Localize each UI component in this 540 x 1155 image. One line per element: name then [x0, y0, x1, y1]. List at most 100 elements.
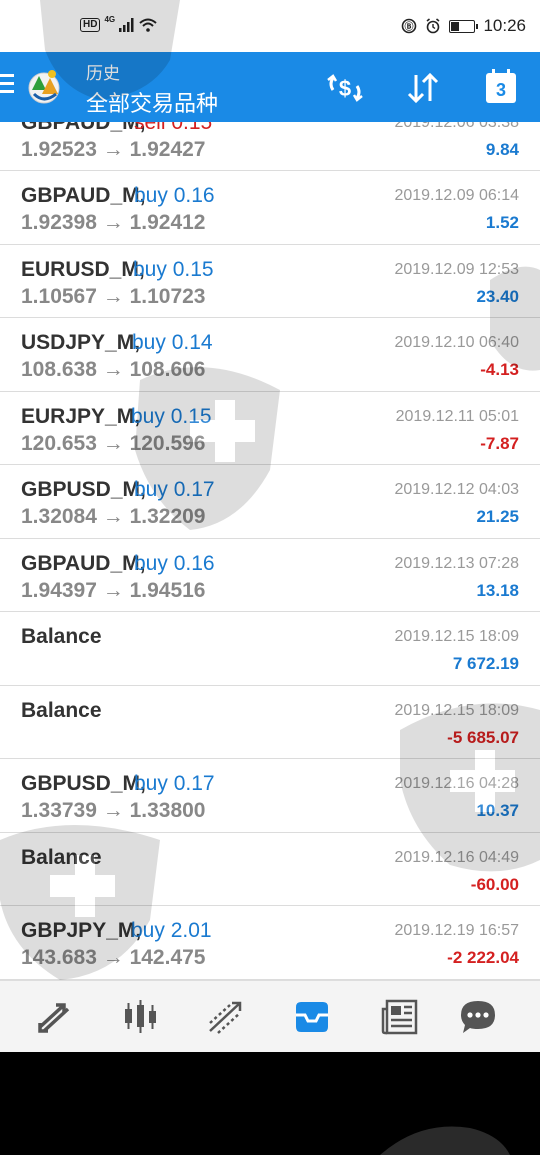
menu-bar — [0, 74, 14, 77]
trade-date: 2019.12.10 06:40 — [394, 334, 519, 351]
balance-row[interactable]: Balance 2019.12.16 04:49 -60.00 — [0, 833, 540, 906]
trade-date: 2019.12.16 04:28 — [394, 775, 519, 792]
trade-side: buy 0.17 — [134, 772, 215, 795]
status-bar: HD 4G Ⓑ 10:26 — [0, 0, 540, 52]
menu-bar — [0, 82, 14, 85]
trade-side: buy 2.01 — [131, 919, 212, 942]
trade-side: buy 0.17 — [134, 478, 215, 501]
trade-side: buy 0.15 — [133, 257, 214, 281]
trade-prices: 108.638 → 108.606 — [21, 358, 206, 381]
status-left: HD 4G — [80, 14, 157, 32]
trade-row[interactable]: GBPAUD_M, buy 0.16 1.94397 → 1.94516 2019.1… — [0, 539, 540, 612]
hd-badge: HD — [80, 18, 101, 32]
trade-profit: 9.84 — [485, 140, 519, 159]
news-icon — [381, 999, 418, 1035]
trade-side: buy 0.16 — [134, 184, 215, 207]
menu-button[interactable] — [0, 74, 16, 98]
trade-prices: 1.92523 → 1.92427 — [21, 138, 206, 161]
wifi-icon — [139, 18, 157, 32]
balance-row[interactable]: Balance 2019.12.15 18:09 -5 685.07 — [0, 686, 540, 759]
trade-side: buy 0.16 — [134, 551, 215, 575]
watermark-shield-icon — [380, 1126, 510, 1155]
trade-date: 2019.12.11 05:01 — [395, 407, 519, 425]
trade-profit: -60.00 — [470, 874, 519, 894]
trade-row[interactable]: EURUSD_M, buy 0.15 1.10567 → 1.10723 2019.1… — [0, 245, 540, 318]
trade-prices: 1.92398 → 1.92412 — [21, 211, 206, 234]
trade-profit: 7 672.19 — [452, 654, 519, 673]
trade-symbol: GBPUSD_M, — [21, 478, 146, 501]
quotes-icon — [38, 1003, 70, 1033]
symbol-filter[interactable]: 全部交易品种 — [86, 86, 218, 118]
status-right: Ⓑ 10:26 — [401, 16, 526, 36]
menu-bar — [0, 90, 14, 93]
chat-icon — [461, 1001, 495, 1033]
trade-profit: -2 222.04 — [447, 948, 519, 967]
trade-symbol: USDJPY_M, — [21, 331, 141, 354]
network-type: 4G — [104, 14, 116, 24]
trade-row[interactable]: USDJPY_M, buy 0.14 108.638 → 108.606 2019.1… — [0, 318, 540, 392]
trade-symbol: EURUSD_M, — [21, 257, 145, 281]
trade-row[interactable]: GBPJPY_M, buy 2.01 143.683 → 142.475 2019.1… — [0, 906, 540, 980]
trade-side: buy 0.14 — [132, 331, 213, 354]
balance-row[interactable]: Balance 2019.12.15 18:09 7 672.19 — [0, 612, 540, 686]
clock: 10:26 — [483, 16, 526, 35]
trade-prices: 120.653 → 120.596 — [21, 431, 206, 455]
signal-icon — [119, 18, 134, 32]
trade-row[interactable]: GBPUSD_M, buy 0.17 1.33739 → 1.33800 2019.1… — [0, 759, 540, 833]
trade-date: 2019.12.13 07:28 — [394, 554, 519, 572]
currency-exchange-icon: $ — [327, 74, 363, 102]
alarm-icon — [426, 18, 440, 34]
trade-prices: 1.10567 → 1.10723 — [21, 284, 206, 308]
svg-text:Ⓑ: Ⓑ — [405, 21, 414, 32]
trade-profit: -4.13 — [480, 360, 519, 379]
trade-symbol: Balance — [21, 698, 102, 722]
calendar-icon: 3 — [486, 69, 516, 103]
trade-symbol: GBPUSD_M, — [21, 772, 146, 795]
sort-button[interactable] — [402, 68, 444, 108]
trade-profit: 21.25 — [476, 507, 519, 526]
history-icon — [296, 1002, 328, 1032]
trade-symbol: Balance — [21, 625, 102, 648]
currency-filter-button[interactable]: $ — [324, 68, 366, 108]
trade-profit: 10.37 — [476, 801, 519, 820]
calendar-day: 3 — [495, 79, 506, 100]
nav-chat[interactable] — [456, 995, 500, 1039]
period-button[interactable]: 3 — [480, 68, 522, 108]
nav-news[interactable] — [378, 995, 422, 1039]
nav-chart[interactable] — [118, 995, 162, 1039]
trade-prices: 1.33739 → 1.33800 — [21, 799, 206, 822]
trade-profit: 1.52 — [485, 213, 519, 232]
metatrader-logo-icon[interactable] — [24, 64, 64, 108]
trade-profit: 13.18 — [476, 580, 519, 600]
trade-date: 2019.12.12 04:03 — [394, 481, 519, 498]
trade-date: 2019.12.19 16:57 — [394, 922, 519, 939]
nav-trade[interactable] — [204, 995, 248, 1039]
trade-profit: -5 685.07 — [447, 727, 519, 747]
trade-symbol: Balance — [21, 845, 102, 869]
trade-row[interactable]: EURJPY_M, buy 0.15 120.653 → 120.596 2019.1… — [0, 392, 540, 465]
bottom-nav — [0, 980, 540, 1052]
trade-prices: 1.94397 → 1.94516 — [21, 578, 206, 602]
trade-symbol: GBPAUD_M, — [21, 184, 146, 207]
data-saver-icon: Ⓑ — [402, 18, 417, 34]
trade-date: 2019.12.15 18:09 — [394, 628, 519, 645]
battery-icon — [449, 19, 479, 33]
history-list[interactable]: GBPAUD_M, sell 0.15 1.92523 → 1.92427 2019.… — [0, 98, 540, 980]
page-title: 历史 — [86, 64, 120, 83]
trade-date: 2019.12.16 04:49 — [394, 848, 519, 866]
trade-symbol: EURJPY_M, — [21, 404, 141, 428]
app-bar: 历史 全部交易品种 $ 3 — [0, 52, 540, 122]
trade-icon — [209, 1001, 242, 1034]
sort-icon — [407, 72, 439, 104]
trade-side: buy 0.15 — [131, 404, 212, 428]
trade-date: 2019.12.15 18:09 — [394, 701, 519, 719]
trade-profit: 23.40 — [476, 286, 519, 306]
trade-row[interactable]: GBPUSD_M, buy 0.17 1.32084 → 1.32209 2019.1… — [0, 465, 540, 539]
screen: HD 4G Ⓑ 10:26 GBPAUD_M, sell 0.15 1.9252… — [0, 0, 540, 1052]
nav-quotes[interactable] — [32, 995, 76, 1039]
trade-symbol: GBPAUD_M, — [21, 551, 146, 575]
trade-prices: 143.683 → 142.475 — [21, 946, 206, 969]
nav-history[interactable] — [290, 995, 334, 1039]
trade-symbol: GBPJPY_M, — [21, 919, 142, 942]
trade-row[interactable]: GBPAUD_M, buy 0.16 1.92398 → 1.92412 2019.1… — [0, 171, 540, 245]
